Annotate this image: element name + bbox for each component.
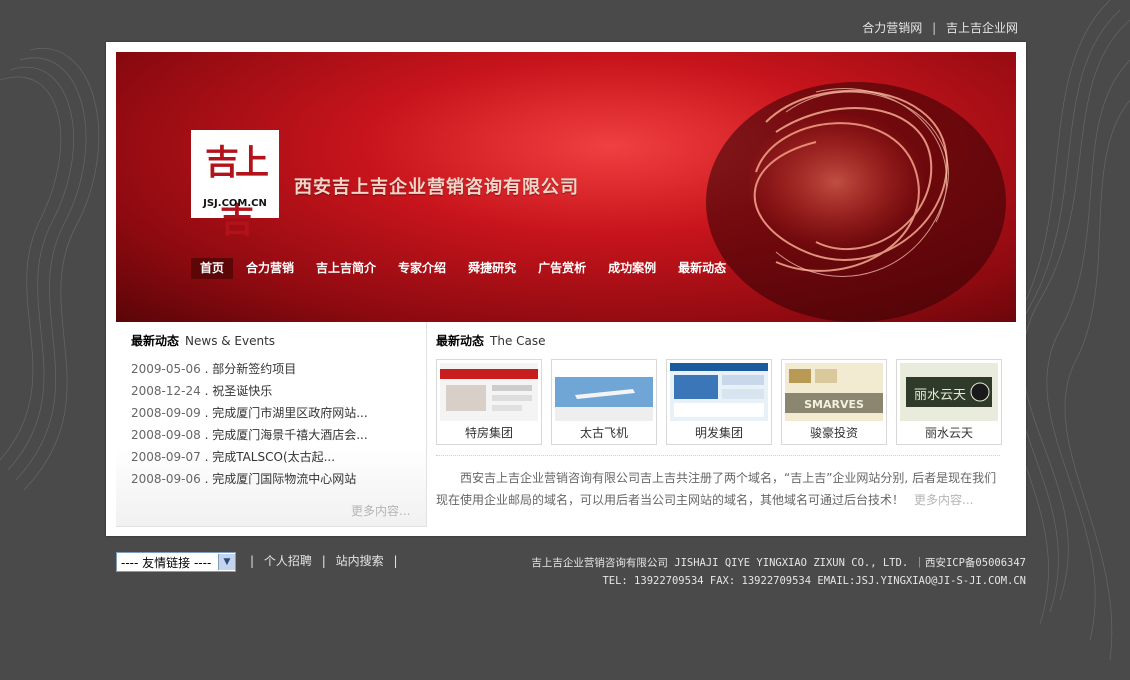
- chevron-down-icon[interactable]: ▼: [218, 554, 235, 570]
- main-nav: 首页 合力营销 吉上吉简介 专家介绍 舜捷研究 广告赏析 成功案例 最新动态: [191, 258, 739, 279]
- logo-glyph: 吉上吉: [205, 143, 269, 241]
- news-text: 完成TALSCO(太古起...: [212, 450, 336, 464]
- news-date: 2008-09-08: [131, 428, 201, 442]
- case-caption: 特房集团: [464, 426, 513, 440]
- header-banner: 吉上吉 JSJ.COM.CN 西安吉上吉企业营销咨询有限公司 首页 合力营销 吉…: [116, 52, 1016, 322]
- footer-company-line: 吉上吉企业营销咨询有限公司 JISHAJI QIYE YINGXIAO ZIXU…: [531, 557, 1026, 569]
- about-more-link[interactable]: 更多内容...: [914, 493, 973, 507]
- news-text: 部分新签约项目: [212, 362, 297, 376]
- nav-item-news[interactable]: 最新动态: [669, 258, 735, 279]
- friend-links-select[interactable]: ---- 友情链接 ---- ▼: [116, 552, 236, 572]
- dotted-divider: [436, 455, 1000, 456]
- news-title: 最新动态: [131, 334, 180, 348]
- news-date: 2008-09-09: [131, 406, 201, 420]
- list-item[interactable]: 2009-05-06 . 部分新签约项目: [131, 358, 421, 380]
- case-item-tefang[interactable]: 特房集团: [436, 359, 542, 445]
- cases-subtitle: The Case: [490, 334, 546, 348]
- footer-sep: |: [321, 554, 326, 568]
- news-date: 2008-09-06: [131, 472, 201, 486]
- list-item[interactable]: 2008-09-08 . 完成厦门海景千禧大酒店会...: [131, 424, 421, 446]
- case-item-taikoo[interactable]: 太古飞机: [551, 359, 657, 445]
- nav-item-ads[interactable]: 广告赏析: [529, 258, 595, 279]
- nav-item-heli-marketing[interactable]: 合力营销: [237, 258, 303, 279]
- nav-item-experts[interactable]: 专家介绍: [389, 258, 455, 279]
- footer-sep: |: [393, 554, 398, 568]
- case-caption: 骏豪投资: [809, 426, 858, 440]
- news-panel: 最新动态 News & Events 2009-05-06 . 部分新签约项目 2…: [116, 322, 427, 527]
- news-heading: 最新动态 News & Events: [131, 332, 275, 349]
- case-gallery: 特房集团 太古飞机 明发集团 SMARVES 骏豪投资 丽水云天 丽水云天: [436, 359, 1002, 447]
- logo-domain: JSJ.COM.CN: [203, 198, 267, 209]
- about-text: 西安吉上吉企业营销咨询有限公司吉上吉共注册了两个域名，“吉上吉”企业网站分别, …: [436, 467, 1002, 511]
- case-caption: 明发集团: [694, 426, 743, 440]
- nav-item-home[interactable]: 首页: [191, 258, 234, 279]
- case-item-mingfa[interactable]: 明发集团: [666, 359, 772, 445]
- news-date: 2008-09-07: [131, 450, 201, 464]
- list-item[interactable]: 2008-09-07 . 完成TALSCO(太古起...: [131, 446, 421, 468]
- case-item-junhao[interactable]: SMARVES 骏豪投资: [781, 359, 887, 445]
- news-list: 2009-05-06 . 部分新签约项目 2008-12-24 . 祝圣诞快乐 …: [131, 358, 421, 490]
- case-item-lishui[interactable]: 丽水云天 丽水云天: [896, 359, 1002, 445]
- main-card: 吉上吉 JSJ.COM.CN 西安吉上吉企业营销咨询有限公司 首页 合力营销 吉…: [106, 42, 1026, 536]
- case-caption: 丽水云天: [924, 426, 973, 440]
- news-more-link[interactable]: 更多内容...: [351, 502, 410, 519]
- cases-title: 最新动态: [436, 334, 485, 348]
- case-thumbnail: [555, 363, 653, 421]
- news-text: 祝圣诞快乐: [212, 384, 273, 398]
- footer-link-site-search[interactable]: 站内搜索: [336, 554, 384, 568]
- news-text: 完成厦门海景千禧大酒店会...: [212, 428, 368, 442]
- news-subtitle: News & Events: [185, 334, 276, 348]
- nav-item-research[interactable]: 舜捷研究: [459, 258, 525, 279]
- top-links: 合力营销网 | 吉上吉企业网: [862, 19, 1018, 36]
- footer-link-recruit[interactable]: 个人招聘: [264, 554, 312, 568]
- case-thumbnail: [670, 363, 768, 421]
- case-thumb-text: 丽水云天: [914, 388, 966, 403]
- case-thumbnail: [440, 363, 538, 421]
- list-item[interactable]: 2008-09-09 . 完成厦门市湖里区政府网站...: [131, 402, 421, 424]
- news-date: 2008-12-24: [131, 384, 201, 398]
- top-link-jsj-enterprise[interactable]: 吉上吉企业网: [946, 21, 1018, 35]
- footer-sep: |: [250, 554, 255, 568]
- footer-contact-line: TEL: 13922709534 FAX: 13922709534 EMAIL:…: [602, 575, 1026, 587]
- list-item[interactable]: 2008-12-24 . 祝圣诞快乐: [131, 380, 421, 402]
- list-item[interactable]: 2008-09-06 . 完成厦门国际物流中心网站: [131, 468, 421, 490]
- company-title: 西安吉上吉企业营销咨询有限公司: [294, 177, 579, 198]
- top-link-separator: |: [932, 21, 937, 35]
- friend-links-select-value: ---- 友情链接 ----: [121, 555, 212, 570]
- footer-links: | 个人招聘 | 站内搜索 |: [250, 552, 397, 569]
- news-text: 完成厦门国际物流中心网站: [212, 472, 357, 486]
- company-logo[interactable]: 吉上吉 JSJ.COM.CN: [191, 130, 279, 241]
- case-thumbnail: 丽水云天: [900, 363, 998, 421]
- footer-info: 吉上吉企业营销咨询有限公司 JISHAJI QIYE YINGXIAO ZIXU…: [531, 554, 1026, 590]
- top-link-helimarketing[interactable]: 合力营销网: [862, 21, 922, 35]
- news-date: 2009-05-06: [131, 362, 201, 376]
- cases-heading: 最新动态 The Case: [436, 332, 546, 349]
- about-body: 西安吉上吉企业营销咨询有限公司吉上吉共注册了两个域名，“吉上吉”企业网站分别, …: [436, 471, 997, 507]
- case-thumbnail: SMARVES: [785, 363, 883, 421]
- nav-item-cases[interactable]: 成功案例: [599, 258, 665, 279]
- case-thumb-text: SMARVES: [804, 398, 864, 411]
- news-text: 完成厦门市湖里区政府网站...: [212, 406, 368, 420]
- case-caption: 太古飞机: [579, 426, 628, 440]
- nav-item-about[interactable]: 吉上吉简介: [307, 258, 385, 279]
